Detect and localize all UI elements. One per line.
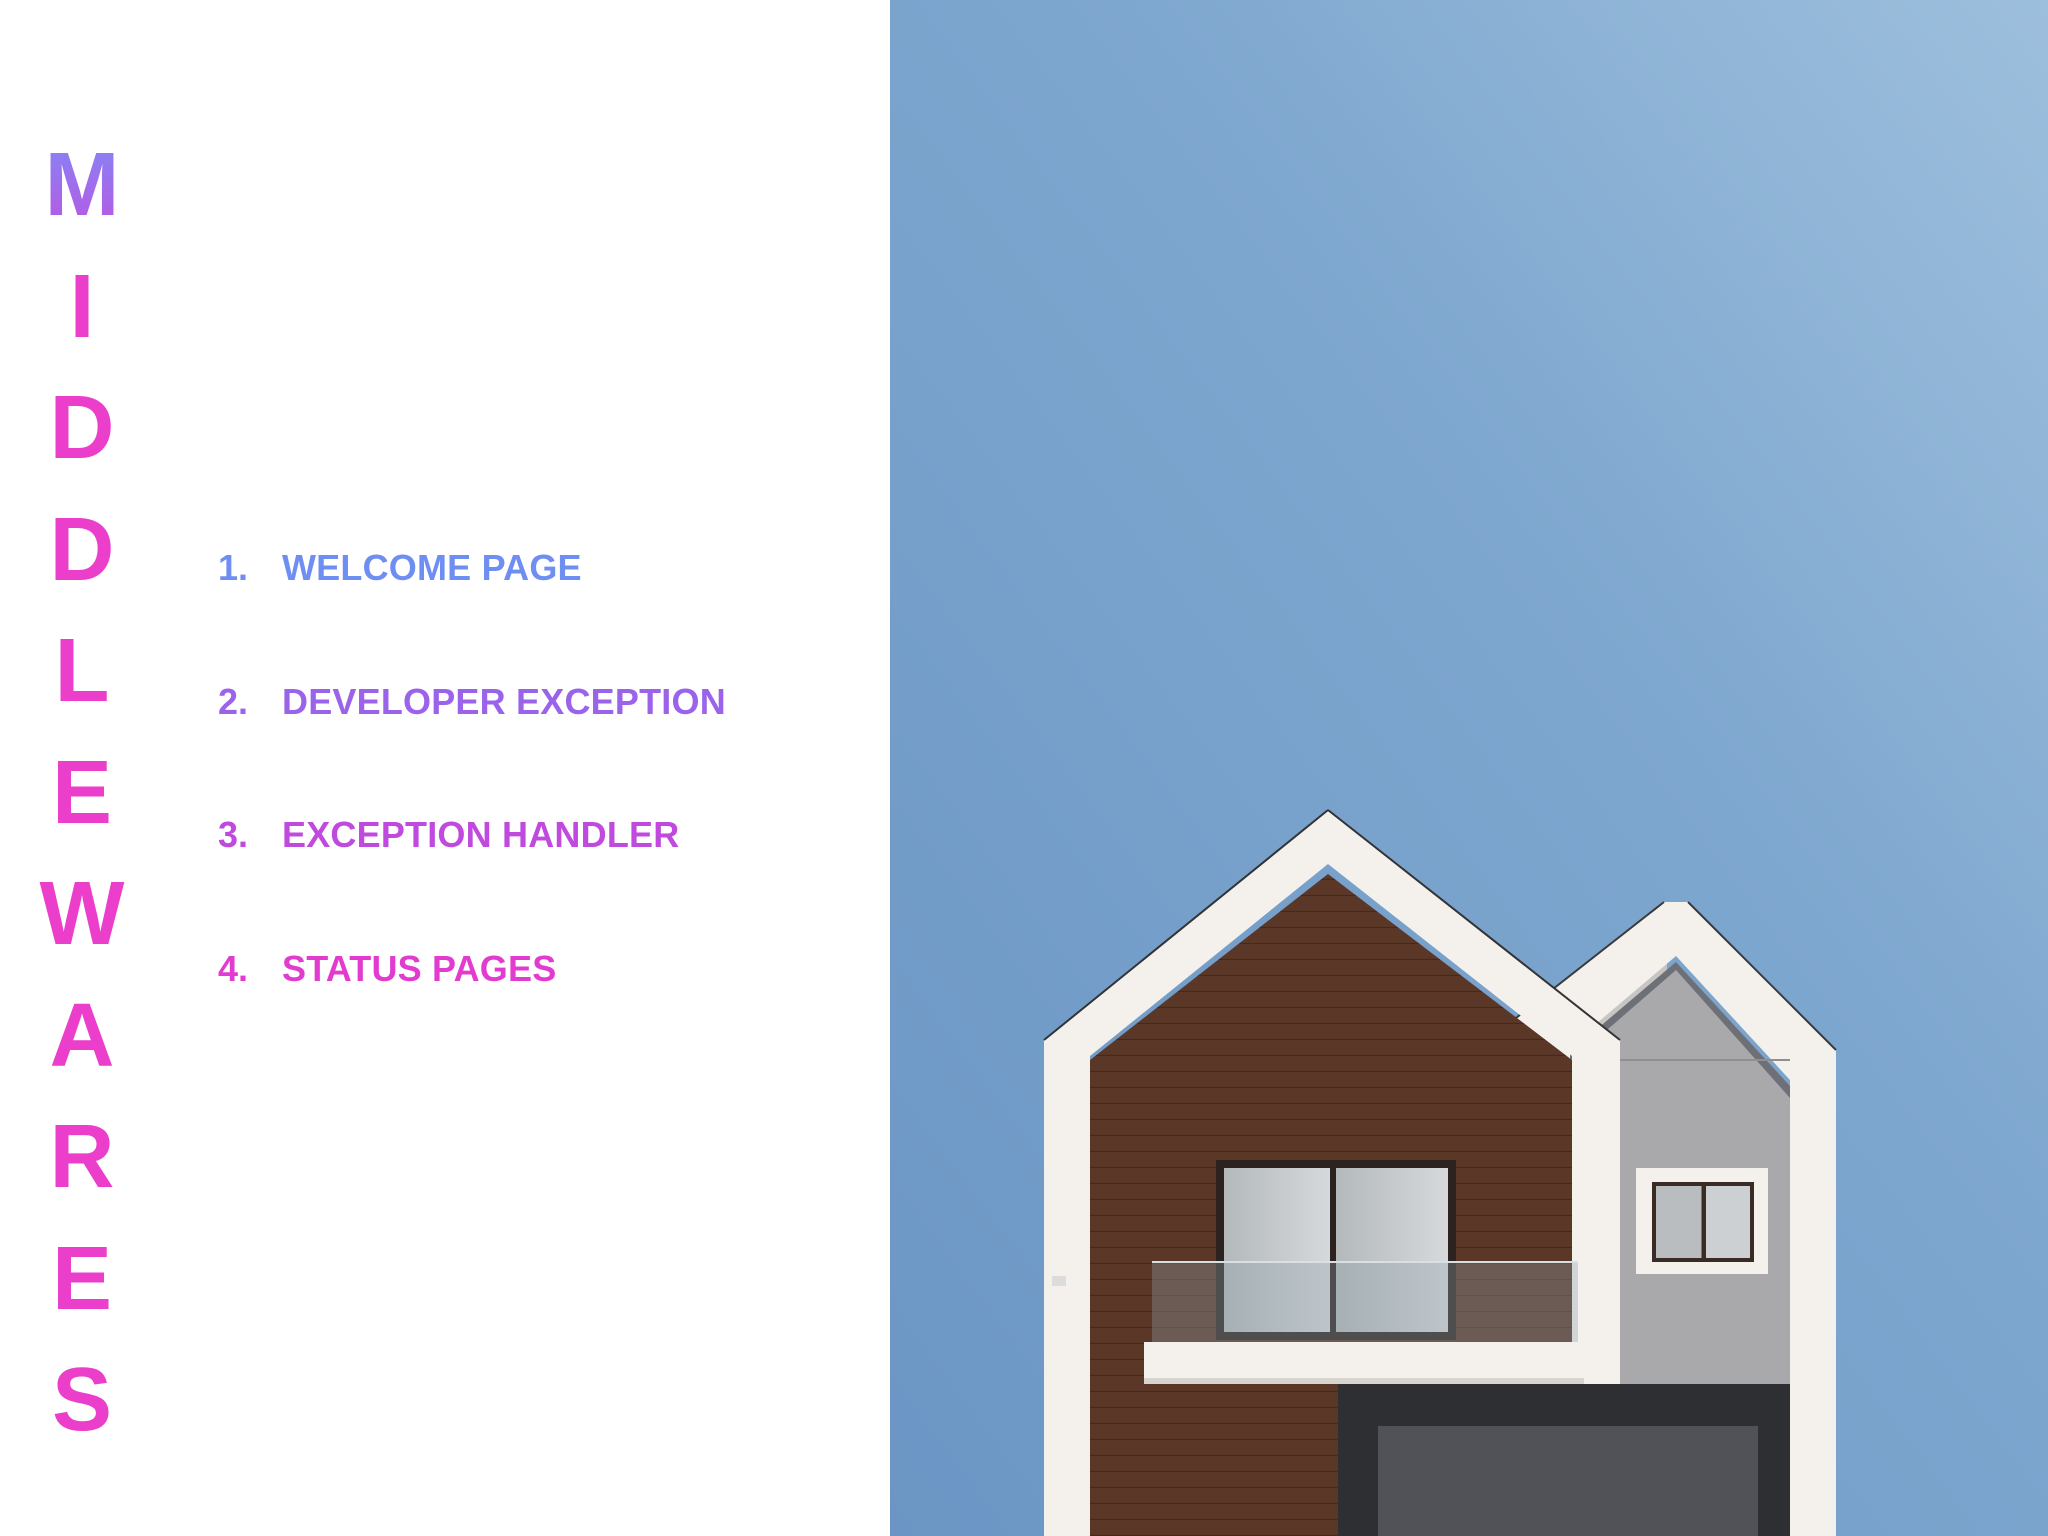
title-letter: E bbox=[51, 1228, 113, 1329]
slide: M I D D L E W A R E S 1. WELCOME PAGE 2.… bbox=[0, 0, 2048, 1536]
title-letter: D bbox=[49, 499, 115, 600]
topic-number: 4. bbox=[218, 948, 249, 989]
title-letter: M bbox=[45, 125, 120, 247]
title-letter: R bbox=[49, 1107, 115, 1207]
topic-item-exception-handler: 3. EXCEPTION HANDLER bbox=[218, 805, 679, 865]
topic-label: WELCOME PAGE bbox=[282, 547, 582, 588]
title-letter: E bbox=[51, 742, 113, 843]
topic-number: 3. bbox=[218, 814, 249, 855]
title-letter: D bbox=[49, 378, 115, 478]
topic-number: 1. bbox=[218, 547, 249, 588]
topic-item-status-pages: 4. STATUS PAGES bbox=[218, 939, 556, 999]
title-letter: S bbox=[51, 1350, 113, 1450]
title-letter: A bbox=[49, 985, 115, 1086]
topic-item-developer-exception: 2. DEVELOPER EXCEPTION bbox=[218, 672, 726, 732]
left-panel: M I D D L E W A R E S 1. WELCOME PAGE 2.… bbox=[0, 0, 890, 1536]
vertical-title: M I D D L E W A R E S bbox=[30, 125, 134, 1462]
title-letter: W bbox=[39, 864, 125, 964]
title-letter: L bbox=[54, 621, 110, 721]
title-letter: I bbox=[69, 256, 95, 357]
topic-label: DEVELOPER EXCEPTION bbox=[282, 681, 726, 722]
topic-number: 2. bbox=[218, 681, 249, 722]
house-photo bbox=[890, 0, 2048, 1536]
topic-label: STATUS PAGES bbox=[282, 948, 557, 989]
topic-label: EXCEPTION HANDLER bbox=[282, 814, 680, 855]
topic-item-welcome-page: 1. WELCOME PAGE bbox=[218, 538, 582, 598]
